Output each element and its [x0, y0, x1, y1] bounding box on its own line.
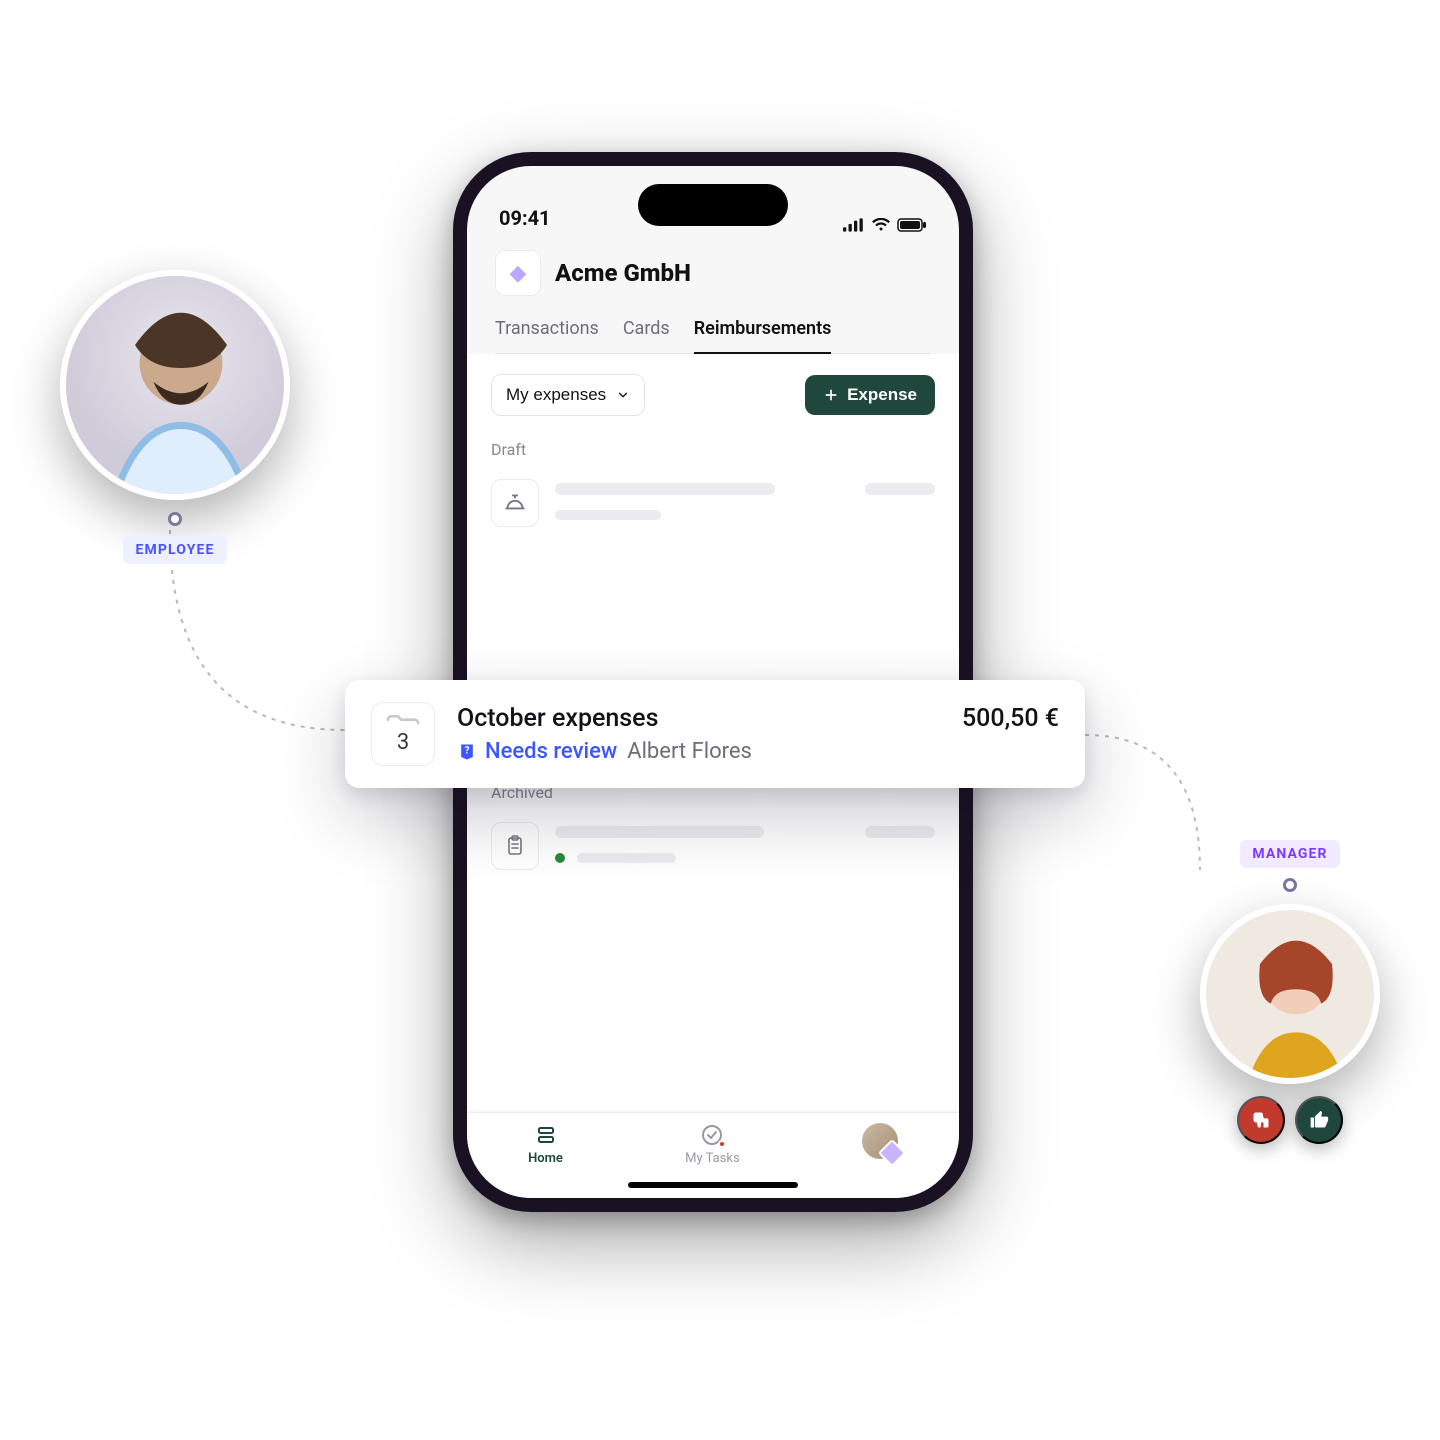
list-item[interactable] — [491, 469, 935, 547]
add-expense-label: Expense — [847, 385, 917, 405]
manager-avatar — [1200, 904, 1380, 1084]
section-draft-label: Draft — [491, 440, 935, 459]
org-logo: ◆ — [495, 250, 541, 296]
svg-text:?: ? — [465, 745, 470, 756]
diamond-icon: ◆ — [510, 261, 527, 286]
filter-dropdown-label: My expenses — [506, 385, 606, 405]
tab-cards[interactable]: Cards — [623, 318, 670, 353]
home-indicator — [628, 1182, 798, 1188]
nav-profile[interactable] — [862, 1123, 898, 1159]
bottom-nav: Home My Tasks — [467, 1112, 959, 1198]
thumbs-up-icon — [1309, 1110, 1329, 1130]
highlight-status: Needs review — [485, 739, 617, 764]
folder-icon: 3 — [371, 702, 435, 766]
wifi-icon — [871, 218, 891, 232]
chevron-down-icon — [616, 388, 630, 402]
tabs: Transactions Cards Reimbursements — [495, 318, 931, 354]
connector-dot — [1283, 878, 1297, 892]
employee-avatar — [60, 270, 290, 500]
manager-role-label: MANAGER — [1240, 840, 1339, 868]
reject-button[interactable] — [1237, 1096, 1285, 1144]
tab-transactions[interactable]: Transactions — [495, 318, 599, 353]
plus-icon — [823, 387, 839, 403]
thumbs-down-icon — [1251, 1110, 1271, 1130]
expense-highlight-card[interactable]: 3 October expenses 500,50 € ? Needs revi… — [345, 680, 1085, 788]
nav-tasks-label: My Tasks — [685, 1151, 740, 1166]
highlight-person: Albert Flores — [627, 739, 752, 764]
notification-dot-icon — [718, 1140, 726, 1148]
highlight-amount: 500,50 € — [962, 704, 1059, 733]
employee-role-label: EMPLOYEE — [123, 536, 226, 564]
clipboard-icon — [491, 822, 539, 870]
dynamic-island — [638, 184, 788, 226]
highlight-count: 3 — [397, 730, 409, 755]
list-item[interactable] — [491, 812, 935, 890]
org-name: Acme GmbH — [555, 259, 691, 287]
employee-block: EMPLOYEE — [60, 270, 290, 564]
connector-dot — [168, 512, 182, 526]
add-expense-button[interactable]: Expense — [805, 375, 935, 415]
concierge-bell-icon — [491, 479, 539, 527]
home-icon — [534, 1123, 558, 1147]
filter-dropdown[interactable]: My expenses — [491, 374, 645, 416]
approve-button[interactable] — [1295, 1096, 1343, 1144]
nav-home-label: Home — [528, 1151, 563, 1166]
cellular-icon — [843, 218, 865, 232]
clock: 09:41 — [499, 206, 551, 230]
battery-icon — [897, 218, 927, 232]
manager-block: MANAGER — [1200, 840, 1380, 1144]
tab-reimbursements[interactable]: Reimbursements — [694, 318, 832, 353]
highlight-title: October expenses — [457, 704, 658, 733]
review-badge-icon: ? — [457, 742, 477, 762]
nav-home[interactable]: Home — [528, 1123, 563, 1166]
profile-avatar — [862, 1123, 898, 1159]
nav-tasks[interactable]: My Tasks — [685, 1123, 740, 1166]
